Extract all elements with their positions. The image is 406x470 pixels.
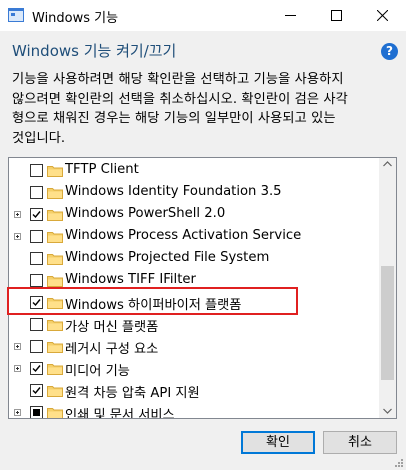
help-icon[interactable]: ?	[381, 43, 398, 60]
feature-checkbox[interactable]	[30, 406, 43, 418]
feature-checkbox[interactable]	[30, 208, 43, 221]
feature-checkbox[interactable]	[30, 318, 43, 331]
feature-checkbox[interactable]	[30, 384, 43, 397]
feature-row[interactable]: 레거시 구성 요소	[9, 336, 379, 358]
page-heading: Windows 기능 켜기/끄기	[12, 42, 177, 60]
folder-icon	[47, 386, 63, 397]
folder-icon	[47, 232, 63, 243]
feature-row[interactable]: 인쇄 및 문서 서비스	[9, 402, 379, 419]
feature-row[interactable]: TFTP Client	[9, 160, 379, 182]
checkmark-icon	[32, 211, 41, 219]
feature-checkbox[interactable]	[30, 252, 43, 265]
feature-checkbox[interactable]	[30, 274, 43, 287]
feature-checkbox[interactable]	[30, 296, 43, 309]
feature-checkbox[interactable]	[30, 186, 43, 199]
checkmark-icon	[32, 387, 41, 395]
minimize-button[interactable]	[268, 0, 314, 31]
expand-icon[interactable]	[14, 365, 21, 372]
folder-icon	[47, 298, 63, 309]
feature-label: TFTP Client	[65, 162, 139, 177]
folder-icon	[47, 188, 63, 199]
title-bar: Windows 기능	[0, 0, 406, 31]
feature-tree[interactable]: TFTP Client Windows Identity Foundation 3…	[8, 157, 397, 419]
feature-label: Windows PowerShell 2.0	[65, 206, 226, 221]
window-title: Windows 기능	[32, 11, 119, 26]
feature-row[interactable]: 원격 차등 압축 API 지원	[9, 380, 379, 402]
scrollbar-thumb[interactable]	[381, 266, 394, 380]
feature-label: 미디어 기능	[65, 364, 130, 379]
maximize-icon	[331, 10, 342, 21]
expand-icon[interactable]	[14, 233, 21, 240]
ok-button[interactable]: 확인	[241, 431, 315, 454]
checkmark-icon	[32, 299, 41, 307]
minimize-icon	[285, 15, 296, 16]
vertical-scrollbar[interactable]	[379, 158, 396, 418]
feature-label: 가상 머신 플랫폼	[65, 320, 159, 335]
feature-label: Windows Identity Foundation 3.5	[65, 184, 282, 199]
feature-row[interactable]: Windows 하이퍼바이저 플랫폼	[9, 292, 379, 314]
close-icon	[377, 10, 388, 21]
feature-label: 원격 차등 압축 API 지원	[65, 386, 200, 401]
folder-icon	[47, 276, 63, 287]
feature-checkbox[interactable]	[30, 340, 43, 353]
feature-label: Windows 하이퍼바이저 플랫폼	[65, 298, 242, 313]
scroll-up-arrow-icon[interactable]	[383, 161, 392, 167]
feature-row[interactable]: Windows PowerShell 2.0	[9, 204, 379, 226]
feature-row[interactable]: Windows Identity Foundation 3.5	[9, 182, 379, 204]
expand-icon[interactable]	[14, 211, 21, 218]
feature-checkbox[interactable]	[30, 230, 43, 243]
folder-icon	[47, 408, 63, 418]
feature-row[interactable]: 미디어 기능	[9, 358, 379, 380]
feature-label: Windows TIFF IFilter	[65, 272, 196, 287]
partial-fill-icon	[33, 409, 40, 416]
scroll-down-arrow-icon[interactable]	[383, 408, 392, 414]
feature-row[interactable]: Windows Process Activation Service	[9, 226, 379, 248]
close-button[interactable]	[360, 0, 406, 31]
feature-row[interactable]: Windows Projected File System	[9, 248, 379, 270]
description-text: 기능을 사용하려면 해당 확인란을 선택하고 기능을 사용하지 않으려면 확인란…	[12, 72, 348, 146]
feature-row[interactable]: 가상 머신 플랫폼	[9, 314, 379, 336]
folder-icon	[47, 320, 63, 331]
maximize-button[interactable]	[314, 0, 360, 31]
feature-row[interactable]: Windows TIFF IFilter	[9, 270, 379, 292]
folder-icon	[47, 210, 63, 221]
feature-label: Windows Projected File System	[65, 250, 270, 265]
folder-icon	[47, 254, 63, 265]
windows-features-icon	[8, 8, 24, 22]
checkmark-icon	[32, 365, 41, 373]
folder-icon	[47, 364, 63, 375]
feature-label: 인쇄 및 문서 서비스	[65, 408, 175, 419]
expand-icon[interactable]	[14, 343, 21, 350]
resize-grip-icon[interactable]	[394, 458, 404, 468]
folder-icon	[47, 342, 63, 353]
feature-checkbox[interactable]	[30, 164, 43, 177]
folder-icon	[47, 166, 63, 177]
feature-label: Windows Process Activation Service	[65, 228, 302, 243]
cancel-button[interactable]: 취소	[323, 431, 397, 454]
expand-icon[interactable]	[14, 409, 21, 416]
feature-checkbox[interactable]	[30, 362, 43, 375]
feature-label: 레거시 구성 요소	[65, 342, 159, 357]
